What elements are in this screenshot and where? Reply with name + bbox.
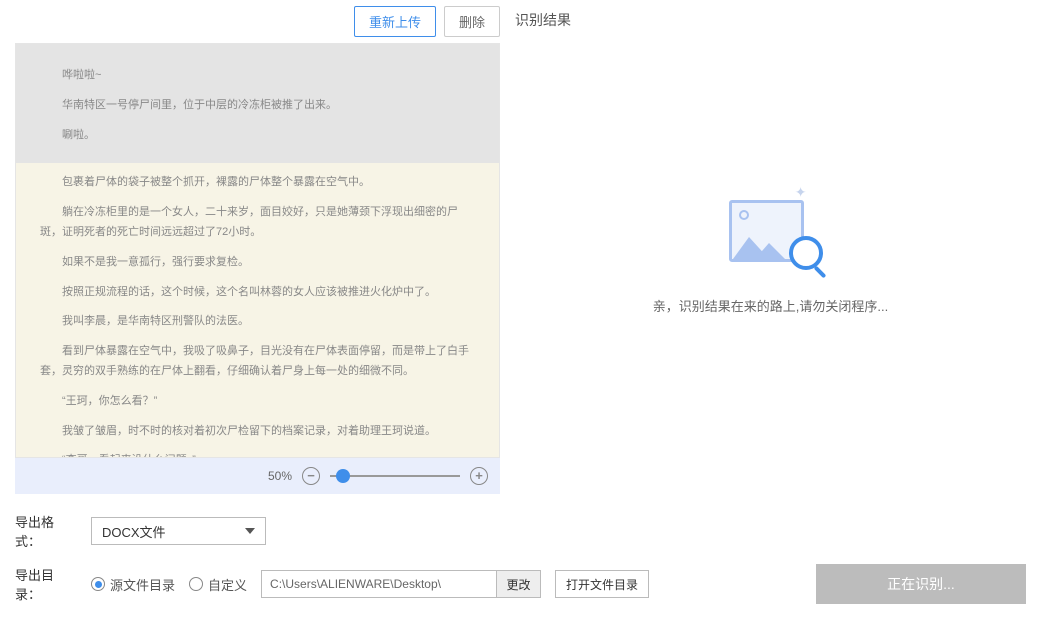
export-dir-label: 导出目录： [15, 565, 77, 603]
zoom-bar: 50% − + [15, 458, 500, 494]
open-folder-button[interactable]: 打开文件目录 [555, 570, 649, 598]
zoom-percent-label: 50% [268, 469, 292, 483]
bottom-options: 导出格式： DOCX文件 导出目录： 源文件目录 自定义 更改 打开文件目录 正… [0, 494, 1041, 622]
zoom-thumb[interactable] [336, 469, 350, 483]
doc-line: 看到尸体暴露在空气中，我吸了吸鼻子，目光没有在尸体表面停留，而是带上了白手套，灵… [40, 342, 475, 382]
radio-icon [189, 577, 203, 591]
change-path-button[interactable]: 更改 [496, 571, 540, 597]
radio-icon [91, 577, 105, 591]
left-toolbar: 重新上传 删除 [15, 0, 500, 43]
result-body: ✦ 亲，识别结果在来的路上,请勿关闭程序... [515, 50, 1026, 450]
placeholder-icon: ✦ [711, 186, 831, 276]
export-format-label: 导出格式： [15, 512, 77, 550]
radio-custom-dir[interactable]: 自定义 [189, 575, 247, 594]
export-format-value: DOCX文件 [102, 522, 166, 541]
doc-line: 按照正规流程的话，这个时候，这个名叫林蓉的女人应该被推进火化炉中了。 [40, 283, 475, 303]
zoom-slider[interactable] [330, 475, 460, 477]
doc-line: 唰啦。 [40, 126, 475, 146]
right-panel: 识别结果 ✦ 亲，识别结果在来的路上,请勿关闭程序... [515, 0, 1026, 494]
zoom-out-button[interactable]: − [302, 467, 320, 485]
result-title: 识别结果 [515, 10, 1026, 30]
radio-source-dir[interactable]: 源文件目录 [91, 575, 175, 594]
doc-line: 华南特区一号停尸间里，位于中层的冷冻柜被推了出来。 [40, 96, 475, 116]
delete-button[interactable]: 删除 [444, 6, 500, 37]
doc-line: 如果不是我一意孤行，强行要求复检。 [40, 253, 475, 273]
doc-line: 我皱了皱眉，时不时的核对着初次尸检留下的档案记录，对着助理王珂说道。 [40, 422, 475, 442]
path-input[interactable] [262, 571, 496, 597]
left-panel: 重新上传 删除 哗啦啦~ 华南特区一号停尸间里，位于中层的冷冻柜被推了出来。唰啦。… [15, 0, 500, 494]
doc-line: 我叫李晨，是华南特区刑警队的法医。 [40, 312, 475, 332]
doc-line: 躺在冷冻柜里的是一个女人，二十来岁，面目姣好，只是她薄颈下浮现出细密的尸斑，证明… [40, 203, 475, 243]
doc-line: 包裹着尸体的袋子被整个抓开，裸露的尸体整个暴露在空气中。 [40, 173, 475, 193]
result-message: 亲，识别结果在来的路上,请勿关闭程序... [653, 296, 888, 315]
doc-line: “王珂，你怎么看？” [40, 392, 475, 412]
recognize-button: 正在识别... [816, 564, 1026, 604]
document-preview: 哗啦啦~ 华南特区一号停尸间里，位于中层的冷冻柜被推了出来。唰啦。包裹着尸体的袋子… [15, 43, 500, 458]
reupload-button[interactable]: 重新上传 [354, 6, 436, 37]
zoom-in-button[interactable]: + [470, 467, 488, 485]
doc-line: 哗啦啦~ [40, 66, 475, 86]
path-field-wrapper: 更改 [261, 570, 541, 598]
chevron-down-icon [245, 528, 255, 534]
export-format-select[interactable]: DOCX文件 [91, 517, 266, 545]
doc-line: “李哥，看起来没什么问题。” [40, 451, 475, 458]
